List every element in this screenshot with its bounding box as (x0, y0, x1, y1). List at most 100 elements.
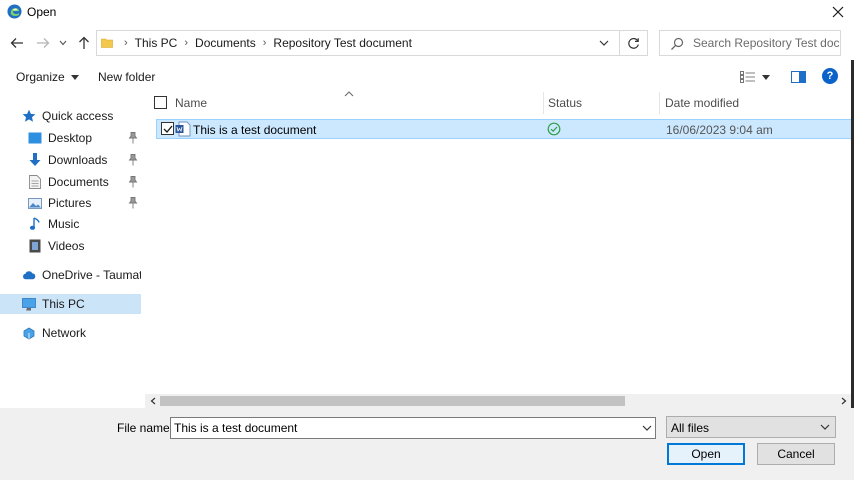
close-button[interactable] (826, 0, 850, 24)
sidebar-item-label: Downloads (48, 153, 108, 167)
navigation-pane: Quick access Desktop Downloads Documents… (0, 92, 143, 408)
chevron-left-icon (150, 397, 156, 405)
sidebar-item-label: Documents (48, 175, 109, 189)
row-checkbox[interactable] (161, 122, 174, 135)
scrollbar-thumb[interactable] (160, 396, 625, 406)
caret-down-icon (762, 74, 770, 80)
sidebar-item-quick-access[interactable]: Quick access (0, 106, 141, 126)
column-header-label: Status (548, 96, 583, 110)
sidebar-item-label: Music (48, 217, 80, 231)
new-folder-button[interactable]: New folder (98, 68, 155, 86)
network-icon (22, 326, 36, 340)
pin-icon (128, 197, 138, 209)
sidebar-item-videos[interactable]: Videos (0, 236, 141, 256)
new-folder-label: New folder (98, 70, 156, 84)
preview-pane-icon (790, 71, 806, 83)
column-header-name[interactable]: Name (175, 92, 543, 114)
chevron-down-icon (59, 40, 67, 46)
breadcrumb-separator: › (184, 37, 189, 49)
help-button[interactable]: ? (822, 68, 838, 84)
table-row[interactable]: This is a test document 16/06/2023 9:04 … (156, 119, 854, 139)
chevron-right-icon (841, 397, 847, 405)
breadcrumb: › This PC › Documents › Repository Test … (117, 31, 412, 55)
breadcrumb-separator: › (262, 37, 267, 49)
sidebar-item-documents[interactable]: Documents (0, 172, 141, 192)
column-header-label: Date modified (665, 96, 740, 110)
sidebar-item-label: OneDrive - Taumata A (42, 268, 141, 282)
arrow-up-icon (79, 36, 89, 49)
sidebar-item-label: This PC (42, 297, 85, 311)
title-bar (0, 0, 854, 24)
file-name: This is a test document (193, 123, 317, 137)
column-divider[interactable] (659, 92, 660, 114)
pin-icon (128, 176, 138, 188)
refresh-icon (628, 37, 639, 49)
up-button[interactable] (74, 33, 94, 53)
details-view-icon (740, 71, 755, 83)
sidebar-item-label: Pictures (48, 196, 92, 210)
computer-icon (22, 297, 36, 311)
music-note-icon (28, 217, 42, 231)
sidebar-item-network[interactable]: Network (0, 323, 141, 343)
pin-icon (128, 154, 138, 166)
cancel-button[interactable]: Cancel (757, 443, 835, 465)
file-date-modified: 16/06/2023 9:04 am (666, 123, 773, 137)
scroll-left-button[interactable] (147, 394, 159, 408)
cloud-icon (22, 268, 36, 282)
column-header-status[interactable]: Status (548, 92, 658, 114)
filter-dropdown-arrow (819, 421, 831, 433)
select-all-checkbox[interactable] (154, 96, 167, 109)
sidebar-item-pictures[interactable]: Pictures (0, 193, 141, 213)
download-arrow-icon (28, 153, 42, 167)
file-list: Name Status Date modified This is a test… (145, 91, 854, 394)
sidebar-item-label: Videos (48, 239, 85, 253)
sidebar-item-label: Desktop (48, 131, 93, 145)
sidebar-item-music[interactable]: Music (0, 214, 141, 234)
arrow-left-icon (10, 38, 23, 48)
organize-button[interactable]: Organize (16, 68, 79, 86)
change-view-button[interactable] (740, 68, 774, 86)
search-box[interactable] (659, 30, 841, 56)
open-button[interactable]: Open (667, 443, 745, 465)
sidebar-item-desktop[interactable]: Desktop (0, 128, 141, 148)
back-button[interactable] (7, 33, 27, 53)
search-input[interactable] (693, 33, 839, 53)
caret-down-icon (70, 74, 79, 80)
breadcrumb-separator: › (124, 37, 128, 49)
file-name-input[interactable] (174, 419, 634, 437)
forward-button[interactable] (33, 33, 53, 53)
column-header-date-modified[interactable]: Date modified (665, 92, 845, 114)
checkmark-icon (163, 125, 172, 133)
breadcrumb-documents[interactable]: Documents (195, 36, 256, 50)
chevron-down-icon (642, 425, 652, 431)
breadcrumb-repository-test-document[interactable]: Repository Test document (273, 36, 412, 50)
scroll-right-button[interactable] (838, 394, 850, 408)
sidebar-item-downloads[interactable]: Downloads (0, 150, 141, 170)
breadcrumb-this-pc[interactable]: This PC (135, 36, 178, 50)
pictures-icon (28, 196, 42, 210)
file-type-filter-select[interactable]: All files (666, 416, 836, 438)
edge-browser-icon (7, 4, 22, 19)
column-divider[interactable] (543, 92, 544, 114)
sidebar-item-this-pc[interactable]: This PC (0, 294, 141, 314)
preview-pane-button[interactable] (789, 68, 807, 86)
address-bar[interactable]: › This PC › Documents › Repository Test … (96, 30, 648, 56)
file-name-dropdown-button[interactable] (639, 418, 655, 438)
address-dropdown-button[interactable] (597, 30, 611, 56)
pin-icon (128, 132, 138, 144)
column-header-label: Name (175, 96, 208, 110)
chevron-down-icon (820, 424, 830, 430)
video-film-icon (28, 239, 42, 253)
file-name-label: File name: (117, 421, 174, 435)
sidebar-item-label: Network (42, 326, 87, 340)
file-name-combobox[interactable] (170, 417, 656, 439)
close-icon (832, 6, 844, 18)
recent-locations-button[interactable] (56, 33, 70, 53)
word-document-icon (175, 121, 191, 137)
documents-icon (28, 175, 42, 189)
refresh-button[interactable] (619, 30, 647, 56)
chevron-down-icon (599, 40, 609, 46)
help-icon: ? (826, 70, 834, 82)
sidebar-item-onedrive[interactable]: OneDrive - Taumata A (0, 265, 141, 285)
horizontal-scrollbar[interactable] (145, 394, 854, 408)
